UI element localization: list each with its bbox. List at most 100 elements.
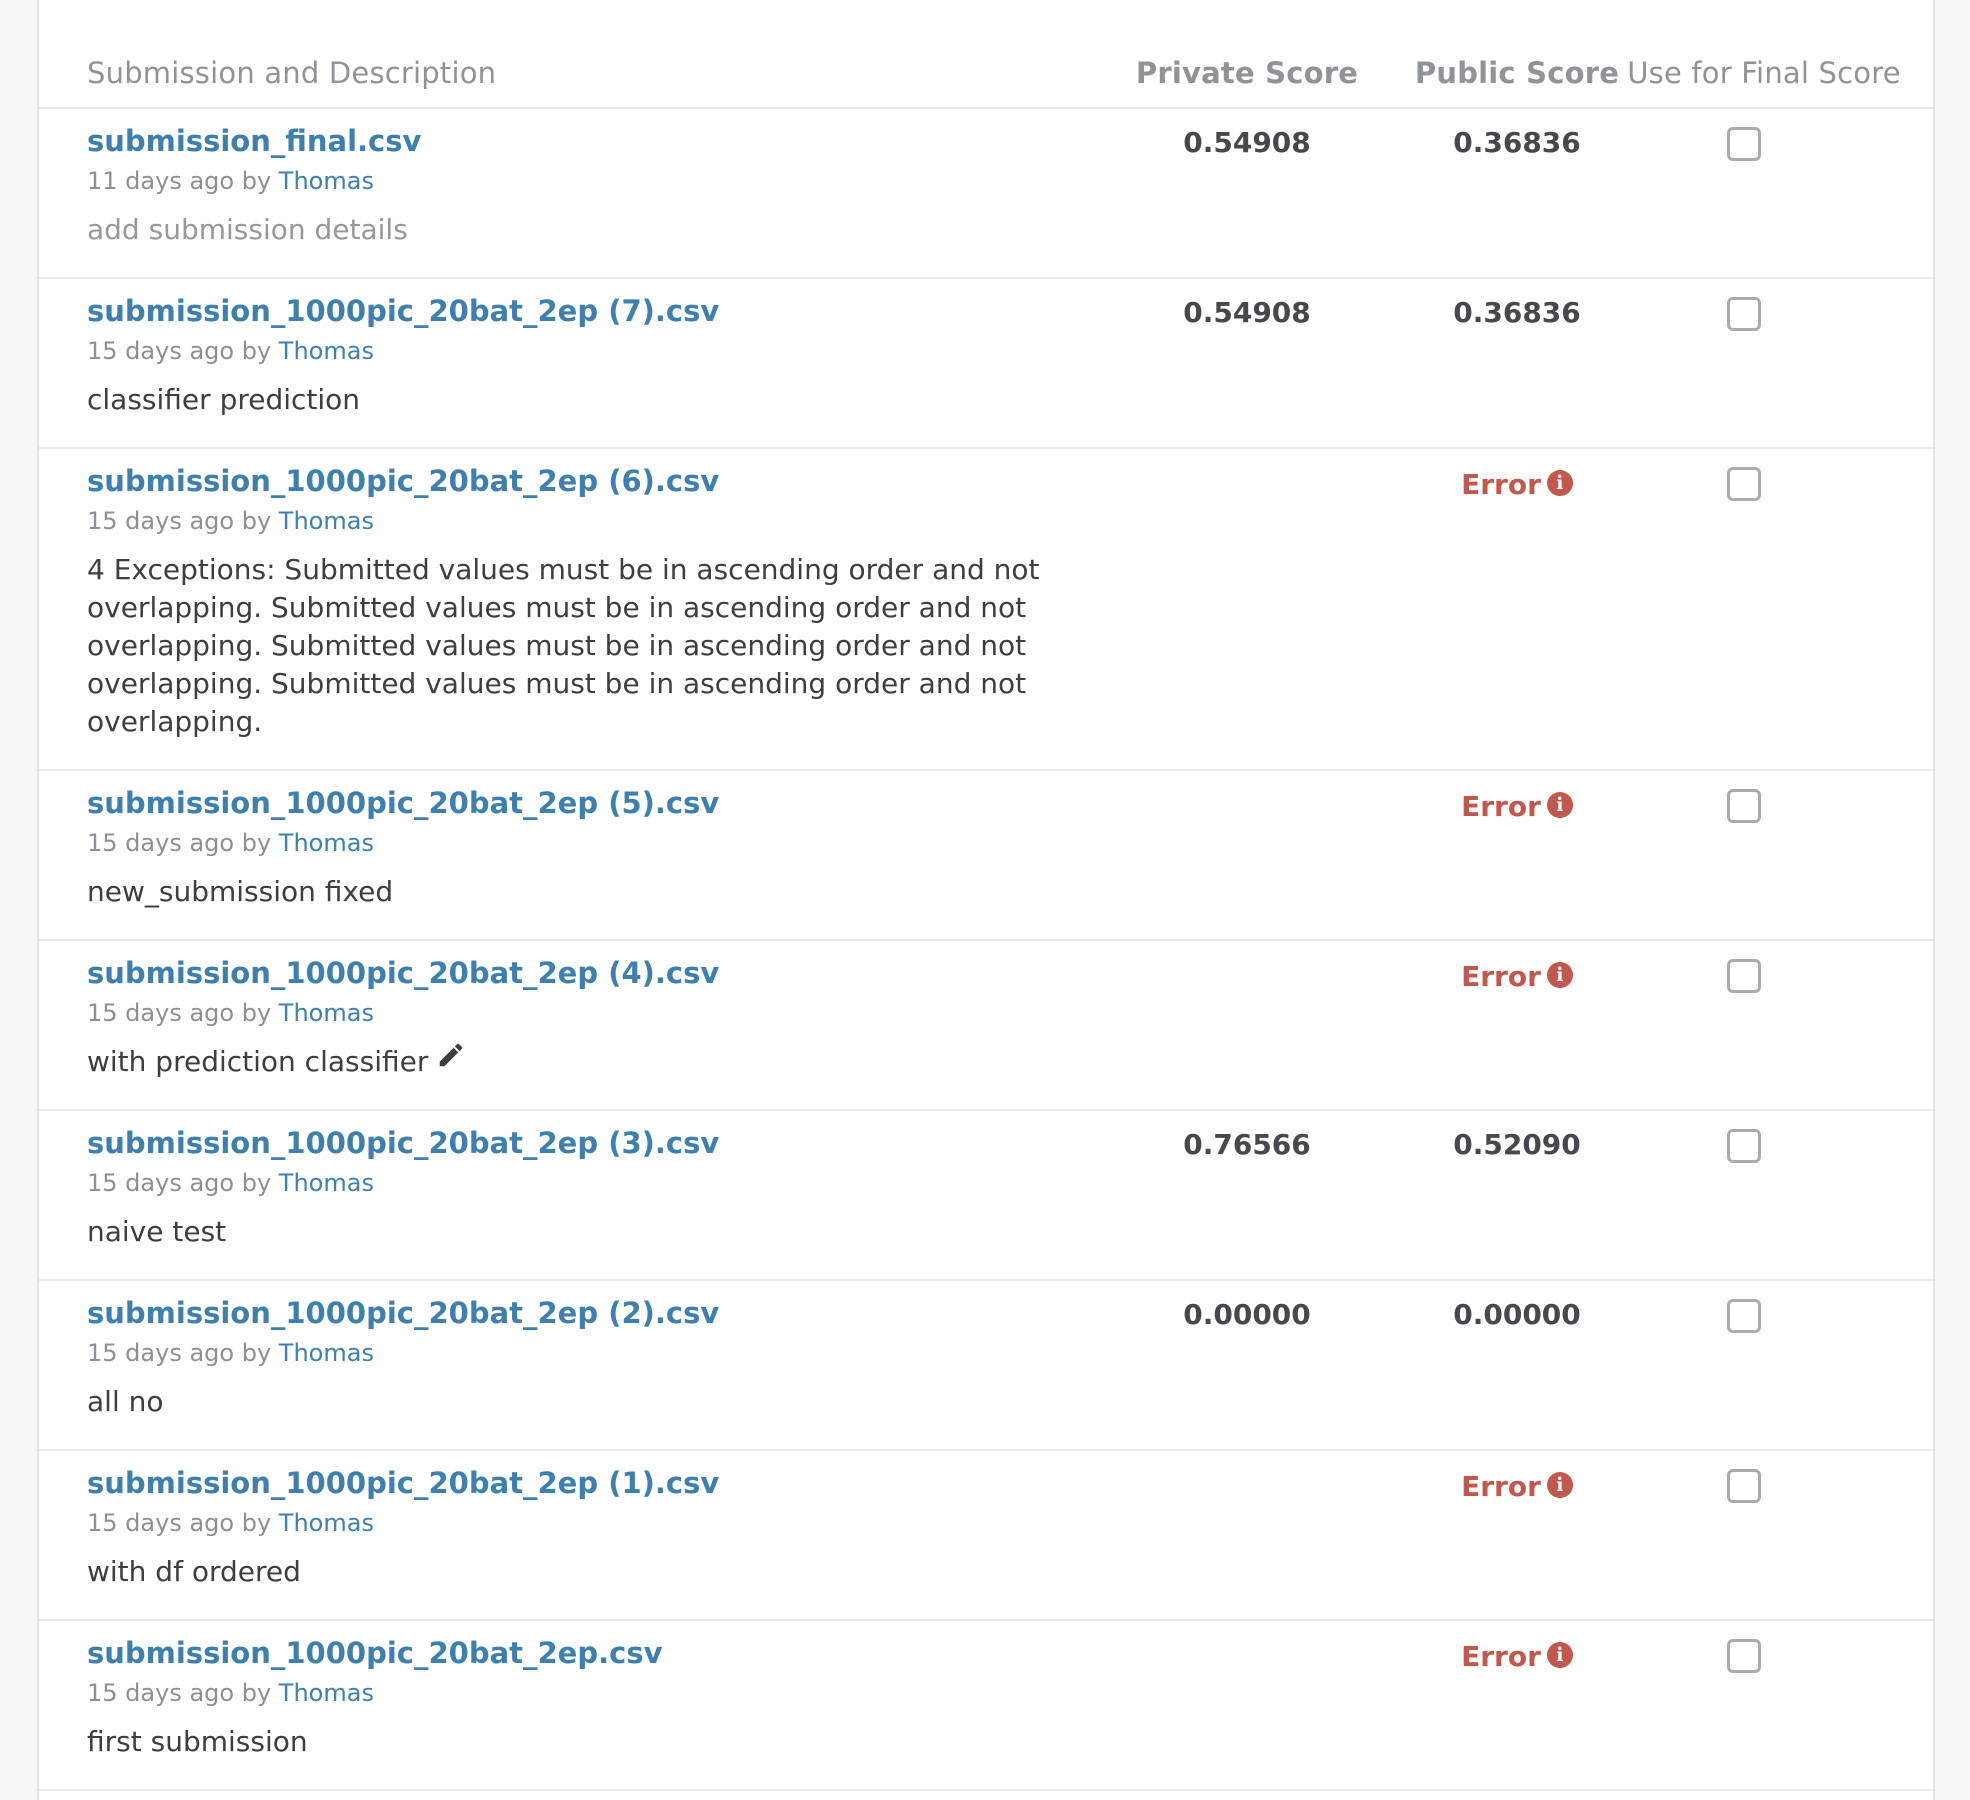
public-score: 0.52090 — [1453, 1128, 1581, 1161]
submission-time: 15 days ago — [87, 999, 235, 1027]
submission-file-link[interactable]: submission_1000pic_20bat_2ep (3).csv — [87, 1126, 719, 1160]
private-score: 0.54908 — [1183, 296, 1311, 329]
submission-time: 15 days ago — [87, 829, 235, 857]
author-link[interactable]: Thomas — [279, 999, 374, 1027]
table-row: submission_final.csv 11 days ago by Thom… — [39, 109, 1933, 279]
error-label: Error — [1461, 790, 1541, 823]
table-row: submission_1000pic_20bat_2ep (5).csv 15 … — [39, 771, 1933, 941]
table-row: submission_1000pic_20bat_2ep (3).csv 15 … — [39, 1111, 1933, 1281]
submission-description: with prediction classifier — [87, 1045, 429, 1078]
table-row: submission_1000pic_20bat_2ep.csv 15 days… — [39, 1621, 1933, 1791]
by-label: by — [241, 1509, 272, 1537]
error-label: Error — [1461, 468, 1541, 501]
error-label: Error — [1461, 960, 1541, 993]
by-label: by — [241, 1339, 272, 1367]
submission-description: with df ordered — [87, 1555, 301, 1588]
final-score-checkbox[interactable] — [1727, 959, 1761, 993]
error-status[interactable]: Error i — [1392, 1640, 1642, 1673]
submission-meta: 11 days ago by Thomas — [87, 167, 374, 195]
author-link[interactable]: Thomas — [279, 1339, 374, 1367]
submission-time: 15 days ago — [87, 1339, 235, 1367]
submissions-panel: Submission and Description Private Score… — [37, 0, 1935, 1800]
submission-description-wrap: with prediction classifier — [87, 1043, 1047, 1083]
author-link[interactable]: Thomas — [279, 1169, 374, 1197]
table-row: submission_1000pic_20bat_2ep (4).csv 15 … — [39, 941, 1933, 1111]
info-icon[interactable]: i — [1546, 1472, 1573, 1498]
error-label: Error — [1461, 1470, 1541, 1503]
by-label: by — [241, 337, 272, 365]
private-score: 0.00000 — [1183, 1298, 1311, 1331]
author-link[interactable]: Thomas — [279, 337, 374, 365]
by-label: by — [241, 1169, 272, 1197]
submission-meta: 15 days ago by Thomas — [87, 999, 374, 1027]
by-label: by — [241, 999, 272, 1027]
author-link[interactable]: Thomas — [279, 507, 374, 535]
info-icon[interactable]: i — [1546, 792, 1573, 818]
submission-description: classifier prediction — [87, 383, 361, 416]
submission-file-link[interactable]: submission_1000pic_20bat_2ep (2).csv — [87, 1296, 719, 1330]
public-score: 0.36836 — [1453, 296, 1581, 329]
table-row: submission_1000pic_20bat_2ep (1).csv 15 … — [39, 1451, 1933, 1621]
submission-meta: 15 days ago by Thomas — [87, 337, 374, 365]
error-label: Error — [1461, 1640, 1541, 1673]
submission-time: 15 days ago — [87, 1169, 235, 1197]
submission-meta: 15 days ago by Thomas — [87, 1509, 374, 1537]
submission-time: 15 days ago — [87, 1679, 235, 1707]
submission-file-link[interactable]: submission_final.csv — [87, 124, 421, 158]
by-label: by — [241, 1679, 272, 1707]
submission-meta: 15 days ago by Thomas — [87, 507, 374, 535]
table-row: submission_1000pic_20bat_2ep (7).csv 15 … — [39, 279, 1933, 449]
final-score-checkbox[interactable] — [1727, 1469, 1761, 1503]
submission-meta: 15 days ago by Thomas — [87, 1169, 374, 1197]
public-score: 0.00000 — [1453, 1298, 1581, 1331]
by-label: by — [241, 507, 272, 535]
author-link[interactable]: Thomas — [279, 1679, 374, 1707]
final-score-checkbox[interactable] — [1727, 297, 1761, 331]
error-status[interactable]: Error i — [1392, 790, 1642, 823]
submission-time: 15 days ago — [87, 337, 235, 365]
error-status[interactable]: Error i — [1392, 468, 1642, 501]
final-score-checkbox[interactable] — [1727, 467, 1761, 501]
error-status[interactable]: Error i — [1392, 1470, 1642, 1503]
author-link[interactable]: Thomas — [279, 167, 374, 195]
submission-file-link[interactable]: submission_1000pic_20bat_2ep (6).csv — [87, 464, 719, 498]
private-score: 0.54908 — [1183, 126, 1311, 159]
submission-file-link[interactable]: submission_1000pic_20bat_2ep (7).csv — [87, 294, 719, 328]
submission-meta: 15 days ago by Thomas — [87, 1339, 374, 1367]
submission-description: new_submission fixed — [87, 875, 394, 908]
info-icon[interactable]: i — [1546, 1642, 1573, 1668]
submission-time: 15 days ago — [87, 1509, 235, 1537]
table-row: submission_1000pic_20bat_2ep (6).csv 15 … — [39, 449, 1933, 771]
table-header: Submission and Description Private Score… — [39, 0, 1933, 109]
final-score-checkbox[interactable] — [1727, 127, 1761, 161]
final-score-checkbox[interactable] — [1727, 1639, 1761, 1673]
submission-meta: 15 days ago by Thomas — [87, 829, 374, 857]
submission-description: naive test — [87, 1215, 227, 1248]
private-score: 0.76566 — [1183, 1128, 1311, 1161]
info-icon[interactable]: i — [1546, 962, 1573, 988]
final-score-checkbox[interactable] — [1727, 1129, 1761, 1163]
info-icon[interactable]: i — [1546, 470, 1573, 496]
author-link[interactable]: Thomas — [279, 1509, 374, 1537]
submission-time: 15 days ago — [87, 507, 235, 535]
submission-description[interactable]: add submission details — [87, 211, 1047, 249]
final-score-checkbox[interactable] — [1727, 789, 1761, 823]
error-status[interactable]: Error i — [1392, 960, 1642, 993]
table-row: submission_1000pic_20bat_2ep (2).csv 15 … — [39, 1281, 1933, 1451]
header-public-score[interactable]: Public Score — [1392, 56, 1642, 90]
submission-file-link[interactable]: submission_1000pic_20bat_2ep (5).csv — [87, 786, 719, 820]
submission-file-link[interactable]: submission_1000pic_20bat_2ep.csv — [87, 1636, 662, 1670]
header-use-for-final: Use for Final Score — [1627, 56, 1901, 90]
submission-file-link[interactable]: submission_1000pic_20bat_2ep (1).csv — [87, 1466, 719, 1500]
final-score-checkbox[interactable] — [1727, 1299, 1761, 1333]
submission-meta: 15 days ago by Thomas — [87, 1679, 374, 1707]
public-score: 0.36836 — [1453, 126, 1581, 159]
pencil-edit-icon[interactable] — [436, 1040, 466, 1080]
header-submission: Submission and Description — [87, 56, 497, 90]
submission-file-link[interactable]: submission_1000pic_20bat_2ep (4).csv — [87, 956, 719, 990]
header-private-score[interactable]: Private Score — [1122, 56, 1372, 90]
submission-time: 11 days ago — [87, 167, 235, 195]
author-link[interactable]: Thomas — [279, 829, 374, 857]
by-label: by — [241, 167, 272, 195]
submission-description: first submission — [87, 1725, 308, 1758]
